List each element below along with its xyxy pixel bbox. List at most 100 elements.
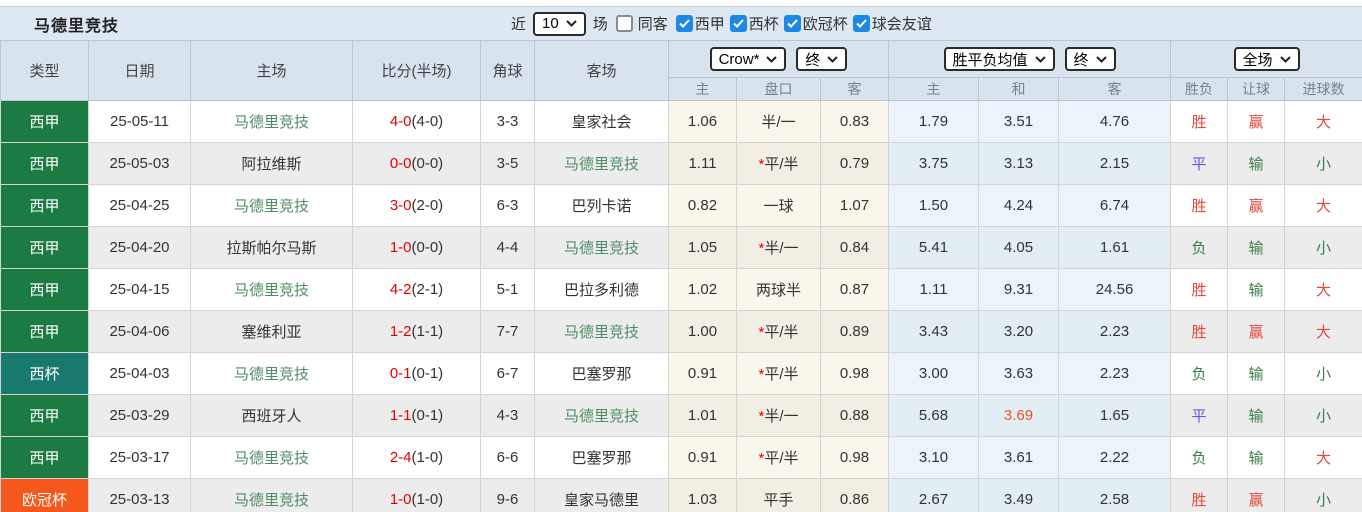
fulltime-score: 0-1 (389, 365, 412, 382)
result-handicap: 输 (1227, 352, 1286, 395)
recent-count-value: 10 (542, 15, 559, 32)
team-matches-panel: 马德里竞技 近 10 场 同客 西甲 西杯 欧冠杯 球会友谊 类型 日期 主场 … (0, 0, 1362, 512)
match-date: 25-04-20 (88, 226, 191, 269)
sub-header-avg-away: 客 (1058, 77, 1172, 101)
match-date: 25-05-11 (88, 100, 191, 143)
crown-away-odds: 0.98 (819, 352, 890, 395)
crown-home-odds: 0.91 (668, 436, 737, 479)
friendly-filter-checkbox[interactable] (852, 15, 870, 32)
crown-away-odds: 0.89 (819, 310, 890, 353)
result-wdl: 负 (1170, 352, 1229, 395)
check-icon (679, 19, 690, 28)
halftime-score: (0-1) (411, 407, 444, 424)
match-rows: 西甲 25-05-11 马德里竞技 4-0(4-0) 3-3 皇家社会 1.06… (0, 100, 1362, 512)
avg-odds-select[interactable]: 胜平负均值 (943, 47, 1055, 71)
chevron-down-icon (1095, 55, 1107, 63)
copa-filter-checkbox[interactable] (729, 15, 747, 32)
avg-home-odds: 5.68 (888, 394, 980, 437)
scope-select[interactable]: 全场 (1233, 47, 1300, 71)
filter-item-ucl: 欧冠杯 (783, 13, 848, 34)
away-team: 巴拉多利德 (534, 268, 669, 311)
crown-home-odds: 0.91 (668, 352, 737, 395)
league-badge: 西甲 (1, 143, 88, 184)
avg-draw-odds: 9.31 (978, 268, 1060, 311)
crown-away-odds: 0.86 (819, 478, 890, 512)
chevron-down-icon (766, 55, 778, 63)
avg-home-odds: 1.79 (888, 100, 980, 143)
halftime-score: (4-0) (411, 113, 444, 130)
same-venue-checkbox[interactable] (615, 15, 633, 32)
home-team: 马德里竞技 (190, 478, 353, 512)
col-header-home: 主场 (190, 40, 353, 101)
avg-odds-time-select[interactable]: 终 (1064, 47, 1116, 71)
result-wdl: 胜 (1170, 478, 1229, 512)
away-team: 马德里竞技 (534, 394, 669, 437)
recent-count-select[interactable]: 10 (533, 11, 586, 36)
odds-company-value: Crow* (718, 50, 760, 68)
corners-value: 3-3 (480, 100, 535, 143)
fulltime-score: 1-0 (389, 239, 412, 256)
avg-draw-odds: 4.24 (978, 184, 1060, 227)
corners-value: 7-7 (480, 310, 535, 353)
avg-away-odds: 2.23 (1058, 352, 1172, 395)
result-wdl: 胜 (1170, 184, 1229, 227)
crown-home-odds: 1.01 (668, 394, 737, 437)
corners-value: 4-3 (480, 394, 535, 437)
avg-away-odds: 2.58 (1058, 478, 1172, 512)
crown-home-odds: 1.02 (668, 268, 737, 311)
chevron-down-icon (1034, 55, 1046, 63)
crown-home-odds: 1.06 (668, 100, 737, 143)
ucl-filter-checkbox[interactable] (783, 15, 801, 32)
crown-away-odds: 0.83 (819, 100, 890, 143)
halftime-score: (0-0) (411, 155, 444, 172)
away-team: 马德里竞技 (534, 310, 669, 353)
sub-header-result-wdl: 胜负 (1170, 77, 1229, 101)
match-date: 25-05-03 (88, 142, 191, 185)
col-header-score: 比分(半场) (352, 40, 481, 101)
team-header-bar: 马德里竞技 近 10 场 同客 西甲 西杯 欧冠杯 球会友谊 (0, 6, 1362, 40)
handicap-cell: 一球 (736, 184, 821, 227)
result-wdl: 负 (1170, 436, 1229, 479)
result-goals: 小 (1284, 352, 1362, 395)
score-cell: 0-0(0-0) (352, 142, 481, 185)
league-badge: 西甲 (1, 101, 88, 142)
avg-away-odds: 1.61 (1058, 226, 1172, 269)
page-title: 马德里竞技 (34, 17, 120, 35)
score-cell: 1-0(0-0) (352, 226, 481, 269)
away-team: 巴塞罗那 (534, 352, 669, 395)
crown-home-odds: 1.03 (668, 478, 737, 512)
sub-header-result-handicap: 让球 (1227, 77, 1286, 101)
handicap-line: 一球 (763, 198, 794, 215)
avg-draw-odds: 3.13 (978, 142, 1060, 185)
league-badge: 西甲 (1, 395, 88, 436)
handicap-line: 平/半 (764, 366, 799, 383)
company-odds-time-select[interactable]: 终 (796, 47, 848, 71)
filter-item-copa: 西杯 (729, 13, 779, 34)
col-header-type: 类型 (0, 40, 89, 101)
col-header-corners: 角球 (480, 40, 535, 101)
handicap-cell: 两球半 (736, 268, 821, 311)
match-row: 西甲 25-03-17 马德里竞技 2-4(1-0) 6-6 巴塞罗那 0.91… (0, 436, 1362, 479)
fulltime-score: 1-0 (389, 491, 412, 508)
avg-away-odds: 2.23 (1058, 310, 1172, 353)
result-wdl: 平 (1170, 394, 1229, 437)
result-goals: 大 (1284, 184, 1362, 227)
company-odds-time-value: 终 (805, 51, 821, 69)
odds-company-select[interactable]: Crow* (709, 47, 787, 71)
corners-value: 6-7 (480, 352, 535, 395)
sub-header-crown-home: 主 (668, 77, 737, 101)
home-team: 马德里竞技 (190, 352, 353, 395)
avg-away-odds: 2.15 (1058, 142, 1172, 185)
corners-value: 5-1 (480, 268, 535, 311)
avg-home-odds: 3.10 (888, 436, 980, 479)
result-handicap: 赢 (1227, 184, 1286, 227)
result-handicap: 输 (1227, 394, 1286, 437)
result-handicap: 赢 (1227, 100, 1286, 143)
away-team: 皇家马德里 (534, 478, 669, 512)
match-row: 西甲 25-05-03 阿拉维斯 0-0(0-0) 3-5 马德里竞技 1.11… (0, 142, 1362, 185)
liga-filter-checkbox[interactable] (675, 15, 693, 32)
result-goals: 大 (1284, 100, 1362, 143)
result-goals: 小 (1284, 142, 1362, 185)
match-row: 西甲 25-04-20 拉斯帕尔马斯 1-0(0-0) 4-4 马德里竞技 1.… (0, 226, 1362, 269)
fulltime-score: 4-0 (389, 113, 412, 130)
